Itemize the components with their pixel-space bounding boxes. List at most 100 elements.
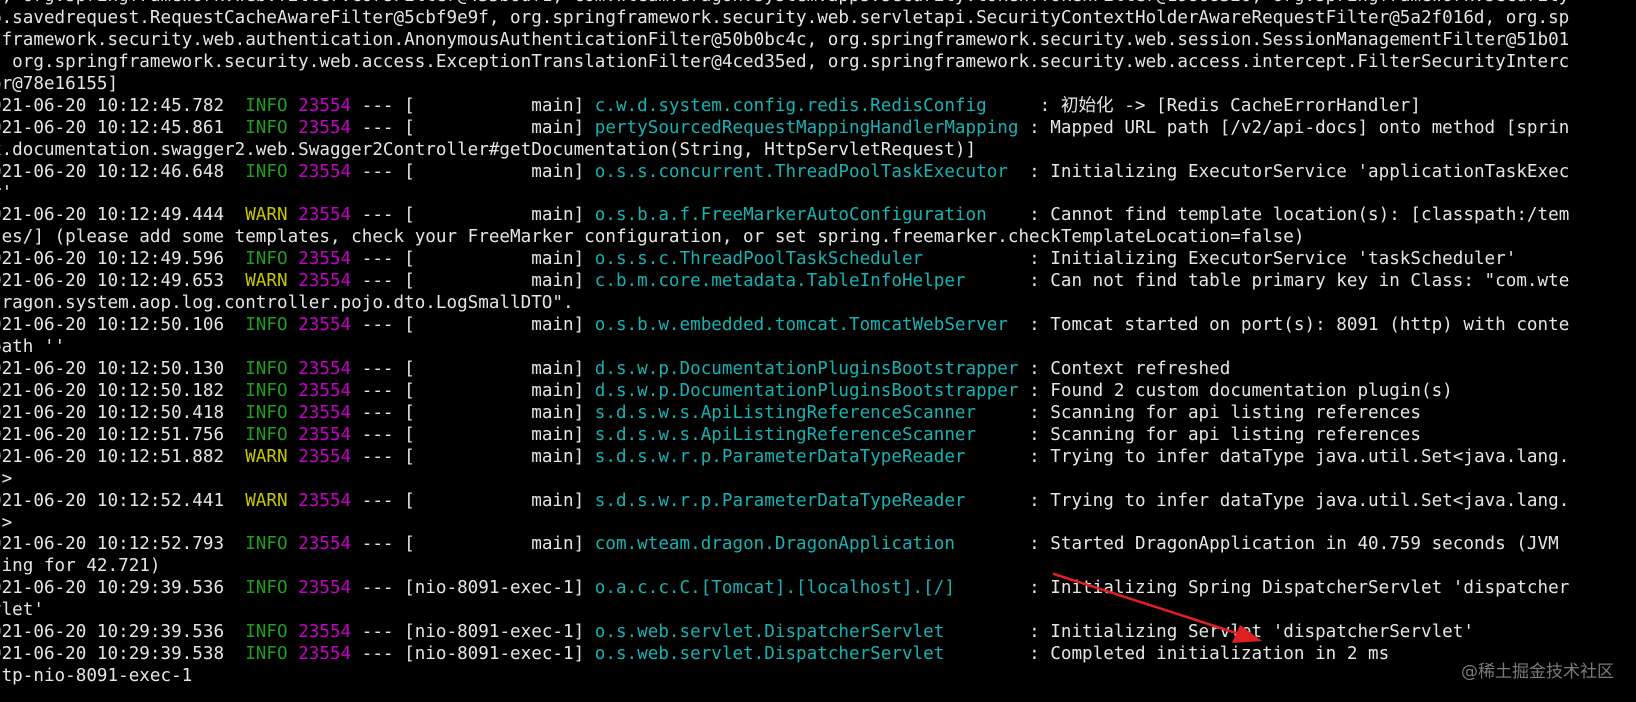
- log-level-warn: WARN: [245, 490, 288, 511]
- log-text: : Mapped URL path [/v2/api-docs] onto me…: [1018, 117, 1570, 138]
- log-text: --- [ main]: [351, 161, 595, 182]
- log-line: 021-06-20 10:12:50.182 INFO 23554 --- [ …: [0, 381, 1636, 403]
- logger-name: o.s.web.servlet.DispatcherServlet: [594, 644, 1019, 665]
- log-text: 021-06-20 10:12:50.182: [0, 380, 246, 401]
- process-id: 23554: [298, 161, 352, 182]
- process-id: 23554: [298, 205, 352, 226]
- log-level-info: INFO: [245, 644, 288, 665]
- log-level-warn: WARN: [245, 205, 288, 226]
- logger-name: com.wteam.dragon.DragonApplication: [594, 534, 1019, 555]
- log-text: --- [ main]: [351, 205, 595, 226]
- log-line: 021-06-20 10:12:45.861 INFO 23554 --- [ …: [0, 118, 1636, 140]
- log-line: 021-06-20 10:12:45.782 INFO 23554 --- [ …: [0, 96, 1636, 118]
- process-id: 23554: [298, 622, 352, 643]
- log-text: 021-06-20 10:12:50.130: [0, 358, 246, 379]
- logger-name: s.d.s.w.s.ApiListingReferenceScanner: [594, 424, 1019, 445]
- log-line: 021-06-20 10:12:51.882 WARN 23554 --- [ …: [0, 447, 1636, 469]
- log-line: 021-06-20 10:12:50.130 INFO 23554 --- [ …: [0, 359, 1636, 381]
- log-text: g>: [0, 512, 13, 533]
- log-text: : Tomcat started on port(s): 8091 (http)…: [1018, 315, 1570, 336]
- process-id: 23554: [298, 117, 352, 138]
- log-level-warn: WARN: [245, 446, 288, 467]
- log-line: 021-06-20 10:29:39.538 INFO 23554 --- [n…: [0, 644, 1636, 666]
- log-text: 021-06-20 10:29:39.538: [0, 644, 246, 665]
- log-level-warn: WARN: [245, 271, 288, 292]
- log-text: --- [nio-8091-exec-1]: [351, 622, 595, 643]
- log-text: 021-06-20 10:12:51.882: [0, 446, 246, 467]
- log-text: --- [nio-8091-exec-1]: [351, 644, 595, 665]
- log-text: --- [ main]: [351, 380, 595, 401]
- log-text: or@78e16155]: [0, 73, 119, 94]
- log-text: --- [ main]: [351, 249, 595, 270]
- logger-name: o.s.web.servlet.DispatcherServlet: [594, 622, 1019, 643]
- log-line: 021-06-20 10:29:39.536 INFO 23554 --- [n…: [0, 622, 1636, 644]
- logger-name: s.d.s.w.r.p.ParameterDataTypeReader: [594, 490, 1019, 511]
- log-text: r': [0, 183, 13, 204]
- process-id: 23554: [298, 249, 352, 270]
- log-text: --- [ main]: [351, 95, 595, 116]
- log-text: 021-06-20 10:12:52.441: [0, 490, 246, 511]
- log-line: g>: [0, 513, 1636, 535]
- log-line: r': [0, 183, 1636, 205]
- log-text: 021-06-20 10:12:45.861: [0, 117, 246, 138]
- log-text: : Found 2 custom documentation plugin(s): [1018, 380, 1453, 401]
- process-id: 23554: [298, 534, 352, 555]
- log-line: 021-06-20 10:12:52.793 INFO 23554 --- [ …: [0, 534, 1636, 556]
- logger-name: o.s.s.concurrent.ThreadPoolTaskExecutor: [594, 161, 1019, 182]
- logger-name: d.s.w.p.DocumentationPluginsBootstrapper: [594, 380, 1019, 401]
- logger-name: o.s.b.w.embedded.tomcat.TomcatWebServer: [594, 315, 1019, 336]
- log-text: 021-06-20 10:12:52.793: [0, 534, 246, 555]
- log-text: --- [ main]: [351, 117, 595, 138]
- log-text: : Initializing ExecutorService 'applicat…: [1018, 161, 1570, 182]
- log-line: vlet': [0, 600, 1636, 622]
- process-id: 23554: [298, 578, 352, 599]
- terminal-window[interactable]: c, org.springframework.web.filter.CorsFi…: [0, 0, 1636, 702]
- log-text: --- [ main]: [351, 424, 595, 445]
- log-level-info: INFO: [245, 424, 288, 445]
- log-line: ttp-nio-8091-exec-1: [0, 666, 1636, 688]
- log-line: 021-06-20 10:12:50.418 INFO 23554 --- [ …: [0, 403, 1636, 425]
- log-text: --- [ main]: [351, 402, 595, 423]
- log-line: 021-06-20 10:29:39.536 INFO 23554 --- [n…: [0, 578, 1636, 600]
- log-text: gframework.security.web.authentication.A…: [0, 29, 1570, 50]
- process-id: 23554: [298, 446, 352, 467]
- log-text: : Trying to infer dataType java.util.Set…: [1018, 446, 1570, 467]
- log-level-info: INFO: [245, 161, 288, 182]
- log-line: 021-06-20 10:12:49.444 WARN 23554 --- [ …: [0, 205, 1636, 227]
- log-line: 021-06-20 10:12:49.653 WARN 23554 --- [ …: [0, 271, 1636, 293]
- log-text: 021-06-20 10:29:39.536: [0, 622, 246, 643]
- log-text: --- [ main]: [351, 271, 595, 292]
- log-text: 021-06-20 10:12:45.782: [0, 95, 246, 116]
- log-level-info: INFO: [245, 578, 288, 599]
- log-line: , org.springframework.security.web.acces…: [0, 52, 1636, 74]
- log-text: : Started DragonApplication in 40.759 se…: [1018, 534, 1559, 555]
- log-level-info: INFO: [245, 95, 288, 116]
- log-text: dragon.system.aop.log.controller.pojo.dt…: [0, 293, 574, 314]
- log-line: 021-06-20 10:12:49.596 INFO 23554 --- [ …: [0, 249, 1636, 271]
- log-text: --- [ main]: [351, 446, 595, 467]
- log-text: ning for 42.721): [0, 556, 161, 577]
- log-text: : Initializing Spring DispatcherServlet …: [1018, 578, 1570, 599]
- log-line: 021-06-20 10:12:52.441 WARN 23554 --- [ …: [0, 491, 1636, 513]
- log-line: gframework.security.web.authentication.A…: [0, 30, 1636, 52]
- log-text: c, org.springframework.web.filter.CorsFi…: [0, 0, 1569, 6]
- log-text: --- [ main]: [351, 490, 595, 511]
- watermark-text: @稀土掘金技术社区: [1461, 662, 1614, 682]
- log-text: , org.springframework.security.web.acces…: [0, 51, 1570, 72]
- log-text: 021-06-20 10:12:50.106: [0, 315, 246, 336]
- log-text: 021-06-20 10:12:49.596: [0, 249, 246, 270]
- logger-name: d.s.w.p.DocumentationPluginsBootstrapper: [594, 358, 1019, 379]
- logger-name: pertySourcedRequestMappingHandlerMapping: [594, 117, 1019, 138]
